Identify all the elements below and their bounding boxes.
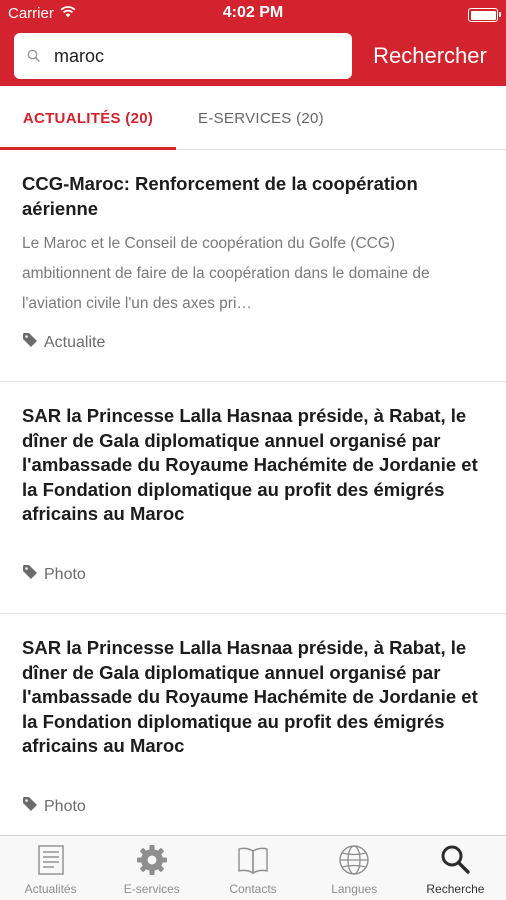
search-field[interactable] (14, 33, 352, 79)
battery-icon (468, 8, 501, 22)
tabbar-label: Actualités (24, 882, 77, 896)
tab-e-services[interactable]: E-SERVICES (20) (176, 86, 346, 150)
article-title: SAR la Princesse Lalla Hasnaa préside, à… (22, 637, 478, 756)
tabbar-item-langues[interactable]: Langues (304, 836, 405, 900)
header: Carrier 4:02 PM Rechercher (0, 0, 506, 86)
tabbar-label: Contacts (229, 882, 277, 896)
tag-icon (22, 796, 38, 817)
tag-label: Actualite (44, 333, 106, 351)
status-time: 4:02 PM (222, 4, 284, 21)
search-icon (437, 842, 473, 878)
tabbar-item-actualites[interactable]: Actualités (0, 836, 101, 900)
search-icon (14, 33, 54, 79)
list-item[interactable]: SAR la Princesse Lalla Hasnaa préside, à… (0, 614, 506, 832)
search-button[interactable]: Rechercher (362, 33, 498, 79)
tabbar-item-recherche[interactable]: Recherche (405, 836, 506, 900)
segment-tabs: ACTUALITÉS (20) E-SERVICES (20) (0, 86, 506, 150)
tabbar-label: E-services (123, 882, 180, 896)
tabbar-item-e-services[interactable]: E-services (101, 836, 202, 900)
tag-icon (22, 332, 38, 353)
newspaper-icon (33, 842, 69, 878)
article-tag: Photo (22, 796, 86, 817)
book-icon (235, 842, 271, 878)
article-tag: Photo (22, 564, 86, 585)
tabbar-label: Recherche (426, 882, 485, 896)
globe-icon (336, 842, 372, 878)
gear-icon (134, 842, 170, 878)
list-item[interactable]: SAR la Princesse Lalla Hasnaa préside, à… (0, 382, 506, 614)
bottom-tab-bar: Actualités E-services Contacts Langues R… (0, 835, 506, 900)
article-list: CCG-Maroc: Renforcement de la coopératio… (0, 150, 506, 832)
tag-icon (22, 564, 38, 585)
search-input[interactable] (54, 45, 334, 67)
tabbar-item-contacts[interactable]: Contacts (202, 836, 303, 900)
tab-actualites[interactable]: ACTUALITÉS (20) (0, 86, 176, 150)
article-tag: Actualite (22, 332, 105, 353)
article-title: SAR la Princesse Lalla Hasnaa préside, à… (22, 405, 478, 524)
list-item[interactable]: CCG-Maroc: Renforcement de la coopératio… (0, 150, 506, 382)
article-title: CCG-Maroc: Renforcement de la coopératio… (22, 173, 418, 219)
article-excerpt: Le Maroc et le Conseil de coopération du… (22, 235, 430, 312)
status-bar: Carrier 4:02 PM (0, 0, 506, 28)
tag-label: Photo (44, 797, 86, 815)
tag-label: Photo (44, 565, 86, 583)
tabbar-label: Langues (331, 882, 378, 896)
